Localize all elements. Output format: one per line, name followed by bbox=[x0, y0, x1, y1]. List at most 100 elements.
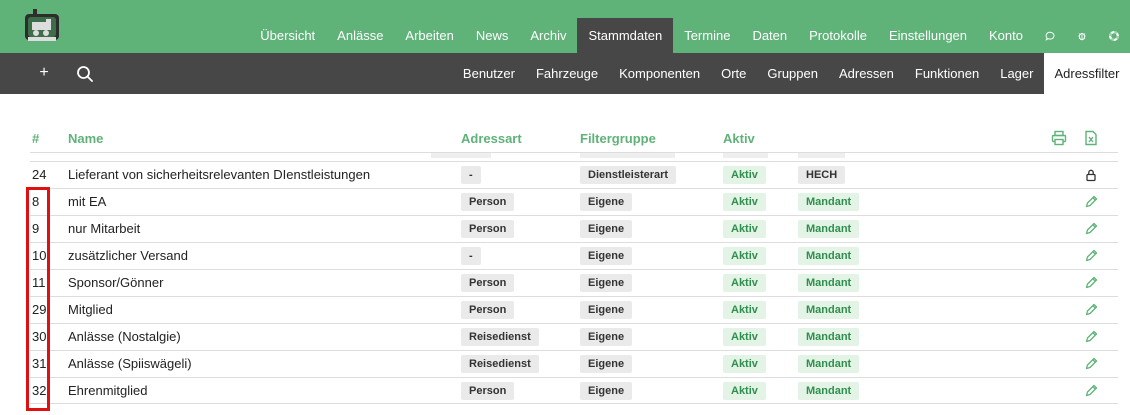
subnav-item-benutzer[interactable]: Benutzer bbox=[452, 53, 525, 94]
sub-navbar: + Benutzer Fahrzeuge Komponenten Orte Gruppe… bbox=[0, 53, 1130, 94]
aktiv-badge: Aktiv bbox=[723, 382, 766, 400]
adressart-badge: Person bbox=[461, 382, 515, 400]
adressart-badge: Person bbox=[461, 220, 515, 238]
col-filtergruppe[interactable]: Filtergruppe bbox=[580, 131, 656, 146]
locomotive-logo[interactable] bbox=[24, 6, 60, 44]
lifebuoy-icon[interactable] bbox=[1098, 18, 1130, 53]
adressart-badge: - bbox=[461, 247, 481, 265]
scope-badge: Mandant bbox=[798, 247, 860, 265]
col-aktiv[interactable]: Aktiv bbox=[723, 131, 755, 146]
row-name: Ehrenmitglied bbox=[68, 383, 148, 398]
aktiv-badge: Aktiv bbox=[723, 328, 766, 346]
table-row[interactable]: 32 Ehrenmitglied Person Eigene Aktiv Mandant bbox=[30, 377, 1118, 404]
edit-pencil-icon[interactable] bbox=[1084, 357, 1098, 371]
nav-item-anlasse[interactable]: Anlässe bbox=[326, 18, 394, 53]
row-name: Anlässe (Nostalgie) bbox=[68, 329, 181, 344]
col-name[interactable]: Name bbox=[68, 131, 103, 146]
edit-pencil-icon[interactable] bbox=[1084, 195, 1098, 209]
edit-pencil-icon[interactable] bbox=[1084, 222, 1098, 236]
row-name: Mitglied bbox=[68, 302, 113, 317]
col-adressart[interactable]: Adressart bbox=[461, 131, 522, 146]
filtergruppe-badge: Eigene bbox=[580, 382, 633, 400]
nav-item-protokolle[interactable]: Protokolle bbox=[798, 18, 878, 53]
nav-item-archiv[interactable]: Archiv bbox=[519, 18, 577, 53]
subnav-item-adressen[interactable]: Adressen bbox=[828, 53, 904, 94]
filtergruppe-badge: Eigene bbox=[580, 328, 633, 346]
nav-item-stammdaten[interactable]: Stammdaten bbox=[577, 18, 674, 53]
aktiv-badge: Aktiv bbox=[723, 220, 766, 238]
nav-item-einstellungen[interactable]: Einstellungen bbox=[878, 18, 978, 53]
nav-item-ubersicht[interactable]: Übersicht bbox=[249, 18, 326, 53]
edit-pencil-icon[interactable] bbox=[1084, 303, 1098, 317]
header-divider bbox=[30, 152, 1118, 153]
subnav-item-fahrzeuge[interactable]: Fahrzeuge bbox=[525, 53, 608, 94]
adressart-badge: Person bbox=[461, 301, 515, 319]
highlight-box bbox=[26, 187, 50, 411]
table-row[interactable]: 30 Anlässe (Nostalgie) Reisedienst Eigene Ak… bbox=[30, 323, 1118, 350]
scrolled-cell bbox=[798, 153, 845, 158]
subnav-item-lager[interactable]: Lager bbox=[990, 53, 1044, 94]
filtergruppe-badge: Eigene bbox=[580, 355, 633, 373]
adressart-badge: Reisedienst bbox=[461, 328, 539, 346]
adressart-badge: Person bbox=[461, 274, 515, 292]
filtergruppe-badge: Eigene bbox=[580, 193, 633, 211]
aktiv-badge: Aktiv bbox=[723, 166, 766, 184]
subnav-item-komponenten[interactable]: Komponenten bbox=[609, 53, 711, 94]
top-navbar: Übersicht Anlässe Arbeiten News Archiv Stammd… bbox=[0, 0, 1130, 53]
bug-icon[interactable] bbox=[1066, 18, 1098, 53]
excel-export-icon[interactable] bbox=[1083, 130, 1099, 146]
table-row[interactable]: 9 nur Mitarbeit Person Eigene Aktiv Mandant bbox=[30, 215, 1118, 242]
table-row[interactable]: 8 mit EA Person Eigene Aktiv Mandant bbox=[30, 188, 1118, 215]
add-icon[interactable]: + bbox=[36, 64, 52, 82]
aktiv-badge: Aktiv bbox=[723, 301, 766, 319]
nav-item-arbeiten[interactable]: Arbeiten bbox=[394, 18, 464, 53]
row-name: zusätzlicher Versand bbox=[68, 248, 188, 263]
aktiv-badge: Aktiv bbox=[723, 193, 766, 211]
edit-pencil-icon[interactable] bbox=[1084, 276, 1098, 290]
table-row[interactable]: 11 Sponsor/Gönner Person Eigene Aktiv Mandant bbox=[30, 269, 1118, 296]
subnav-item-gruppen[interactable]: Gruppen bbox=[757, 53, 829, 94]
subnav-item-orte[interactable]: Orte bbox=[711, 53, 757, 94]
adressart-badge: - bbox=[461, 166, 481, 184]
row-name: Anlässe (Spiiswägeli) bbox=[68, 356, 192, 371]
nav-item-konto[interactable]: Konto bbox=[978, 18, 1034, 53]
row-id: 24 bbox=[32, 167, 47, 182]
print-icon[interactable] bbox=[1051, 130, 1067, 146]
scope-badge: Mandant bbox=[798, 355, 860, 373]
scope-badge: HECH bbox=[798, 166, 846, 184]
row-name: mit EA bbox=[68, 194, 107, 209]
address-filter-table: 24 Lieferant von sicherheitsrelevanten DI… bbox=[30, 161, 1118, 404]
edit-pencil-icon[interactable] bbox=[1084, 249, 1098, 263]
scrolled-cell bbox=[431, 153, 491, 158]
subnav-item-adressfilter[interactable]: Adressfilter bbox=[1043, 53, 1130, 94]
table-row[interactable]: 24 Lieferant von sicherheitsrelevanten DI… bbox=[30, 161, 1118, 188]
col-id[interactable]: # bbox=[32, 131, 39, 146]
scope-badge: Mandant bbox=[798, 220, 860, 238]
nav-item-termine[interactable]: Termine bbox=[673, 18, 741, 53]
edit-pencil-icon[interactable] bbox=[1084, 330, 1098, 344]
search-icon[interactable] bbox=[76, 65, 94, 83]
edit-pencil-icon[interactable] bbox=[1084, 384, 1098, 398]
scope-badge: Mandant bbox=[798, 382, 860, 400]
aktiv-badge: Aktiv bbox=[723, 247, 766, 265]
nav-item-daten[interactable]: Daten bbox=[741, 18, 798, 53]
table-row[interactable]: 10 zusätzlicher Versand - Eigene Aktiv Mandan… bbox=[30, 242, 1118, 269]
filtergruppe-badge: Dienstleisterart bbox=[580, 166, 677, 184]
adressart-badge: Person bbox=[461, 193, 515, 211]
nav-item-news[interactable]: News bbox=[465, 18, 520, 53]
scope-badge: Mandant bbox=[798, 328, 860, 346]
filtergruppe-badge: Eigene bbox=[580, 274, 633, 292]
main-menu: Übersicht Anlässe Arbeiten News Archiv Stammd… bbox=[249, 18, 1130, 53]
chat-icon[interactable] bbox=[1034, 18, 1066, 53]
adressart-badge: Reisedienst bbox=[461, 355, 539, 373]
lock-icon bbox=[1084, 168, 1098, 182]
subnav-item-funktionen[interactable]: Funktionen bbox=[904, 53, 989, 94]
table-header: # Name Adressart Filtergruppe Aktiv bbox=[30, 128, 1118, 148]
table-row[interactable]: 29 Mitglied Person Eigene Aktiv Mandant bbox=[30, 296, 1118, 323]
table-row[interactable]: 31 Anlässe (Spiiswägeli) Reisedienst Eigene… bbox=[30, 350, 1118, 377]
aktiv-badge: Aktiv bbox=[723, 274, 766, 292]
row-name: nur Mitarbeit bbox=[68, 221, 141, 236]
row-name: Sponsor/Gönner bbox=[68, 275, 164, 290]
filtergruppe-badge: Eigene bbox=[580, 247, 633, 265]
aktiv-badge: Aktiv bbox=[723, 355, 766, 373]
